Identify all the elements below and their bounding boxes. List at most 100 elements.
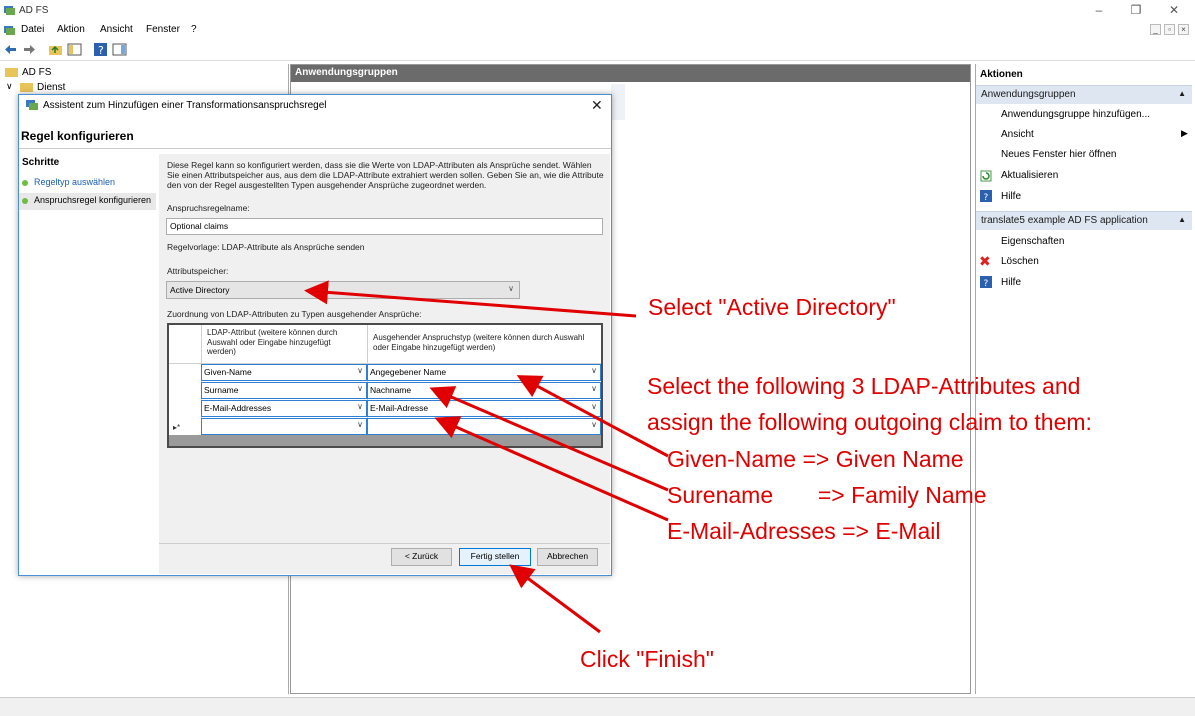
ldap-attribute-cell[interactable]: E-Mail-Addresses ∨ [201,400,367,417]
chevron-down-icon: ∨ [357,402,363,411]
menu-help[interactable]: ? [191,24,197,35]
close-window-button[interactable]: ✕ [1162,2,1186,20]
tree-node-adfs[interactable]: AD FS [22,67,51,78]
up-folder-icon[interactable] [48,42,63,57]
delete-x-icon: ✖ [979,253,991,269]
refresh-icon [980,170,992,182]
action-properties[interactable]: Eigenschaften [1001,236,1064,247]
grid-header-claim: Ausgehender Anspruchstyp (weitere können… [373,333,585,352]
tree-node-dienst[interactable]: Dienst [37,82,65,93]
action-refresh[interactable]: Aktualisieren [1001,170,1058,181]
adfs-menu-icon [4,26,15,35]
forward-arrow-icon[interactable] [22,42,37,57]
chevron-down-icon: ∨ [591,384,597,393]
window-title: AD FS [19,5,49,16]
annotation-select-attrs-line2: assign the following outgoing claim to t… [647,409,1092,435]
claim-type-cell[interactable]: Angegebener Name ∨ [367,364,601,381]
annotation-select-attrs-line1: Select the following 3 LDAP-Attributes a… [647,373,1081,399]
collapse-triangle-icon[interactable]: ▲ [1178,215,1186,224]
dialog-heading: Regel konfigurieren [21,129,134,143]
collapse-triangle-icon[interactable]: ▲ [1178,89,1186,98]
step-anspruchsregel[interactable]: Anspruchsregel konfigurieren [34,195,151,205]
show-hide-tree-icon[interactable] [67,42,82,57]
mdi-restore-button[interactable]: ▫ [1164,24,1175,35]
chevron-down-icon: ∨ [591,366,597,375]
divider [159,543,610,544]
finish-button[interactable]: Fertig stellen [459,548,531,566]
rule-name-input[interactable]: Optional claims [166,218,603,235]
title-bar: AD FS – ❐ ✕ [0,0,1195,22]
menu-fenster[interactable]: Fenster [146,24,180,35]
action-delete[interactable]: Löschen [1001,256,1039,267]
chevron-down-icon: ∨ [357,366,363,375]
chevron-down-icon: ∨ [357,420,363,429]
menu-ansicht[interactable]: Ansicht [100,24,133,35]
wizard-icon [26,100,38,110]
annotation-select-ad: Select "Active Directory" [648,294,896,320]
cell-value: Angegebener Name [370,367,447,377]
rule-name-label: Anspruchsregelname: [167,203,250,213]
cancel-button[interactable]: Abbrechen [537,548,598,566]
attribute-store-value: Active Directory [170,285,230,295]
section-label: Anwendungsgruppen [981,89,1076,100]
cell-value: Surname [204,385,239,395]
attribute-store-select[interactable]: Active Directory ∨ [166,281,520,299]
step-status-dot [22,198,28,204]
menu-aktion[interactable]: Aktion [57,24,85,35]
rule-description: Diese Regel kann so konfiguriert werden,… [167,160,604,190]
dialog-title: Assistent zum Hinzufügen einer Transform… [43,100,327,111]
chevron-down-icon: ∨ [508,284,514,293]
expand-chevron-icon[interactable]: ∨ [6,81,13,92]
new-row-marker: ▸* [173,423,181,432]
rule-template-text: Regelvorlage: LDAP-Attribute als Ansprüc… [167,242,365,252]
actions-section-application[interactable]: translate5 example AD FS application ▲ [976,211,1192,230]
action-help[interactable]: Hilfe [1001,191,1021,202]
restore-button[interactable]: ❐ [1124,2,1148,20]
chevron-down-icon: ∨ [591,402,597,411]
svg-text:?: ? [984,193,989,202]
back-button[interactable]: < Zurück [391,548,452,566]
mdi-minimize-button[interactable]: _ [1150,24,1161,35]
folder-icon [20,83,33,92]
cell-value: Given-Name [204,367,252,377]
adfs-app-icon [4,6,15,15]
show-hide-action-pane-icon[interactable] [112,42,127,57]
submenu-arrow-icon: ▶ [1181,128,1188,138]
cell-value: E-Mail-Addresses [204,403,272,413]
steps-panel [19,154,156,574]
ldap-attribute-cell[interactable]: Given-Name ∨ [201,364,367,381]
steps-title: Schritte [22,157,60,168]
help-icon: ? [980,190,992,202]
minimize-button[interactable]: – [1087,2,1111,20]
annotation-map-given: Given-Name => Given Name [667,446,964,472]
svg-text:?: ? [98,44,104,57]
step-regeltyp-link[interactable]: Regeltyp auswählen [34,177,115,187]
actions-title: Aktionen [980,69,1023,80]
divider [19,148,611,149]
help-icon: ? [980,276,992,288]
ldap-attribute-cell[interactable]: ∨ [201,418,367,435]
action-add-application-group[interactable]: Anwendungsgruppe hinzufügen... [1001,109,1150,120]
chevron-down-icon: ∨ [357,384,363,393]
back-arrow-icon[interactable] [3,42,18,57]
ldap-attribute-cell[interactable]: Surname ∨ [201,382,367,399]
claim-type-cell[interactable]: ∨ [367,418,601,435]
annotation-click-finish: Click "Finish" [580,646,714,672]
menu-datei[interactable]: Datei [21,24,44,35]
svg-text:?: ? [984,279,989,288]
action-view[interactable]: Ansicht [1001,129,1034,140]
claim-type-cell[interactable]: E-Mail-Adresse ∨ [367,400,601,417]
claim-type-cell[interactable]: Nachname ∨ [367,382,601,399]
dialog-close-button[interactable]: ✕ [591,97,603,114]
actions-section-anwendungsgruppen[interactable]: Anwendungsgruppen ▲ [976,85,1192,104]
mdi-close-button[interactable]: × [1178,24,1189,35]
help-icon[interactable]: ? [93,42,108,57]
section-label: translate5 example AD FS application [981,215,1148,226]
step-status-dot [22,180,28,186]
action-help-2[interactable]: Hilfe [1001,277,1021,288]
cell-value: Nachname [370,385,412,395]
toolbar [0,39,1195,61]
grid-empty-area [169,435,601,446]
folder-icon [5,68,18,77]
action-new-window[interactable]: Neues Fenster hier öffnen [1001,149,1116,160]
